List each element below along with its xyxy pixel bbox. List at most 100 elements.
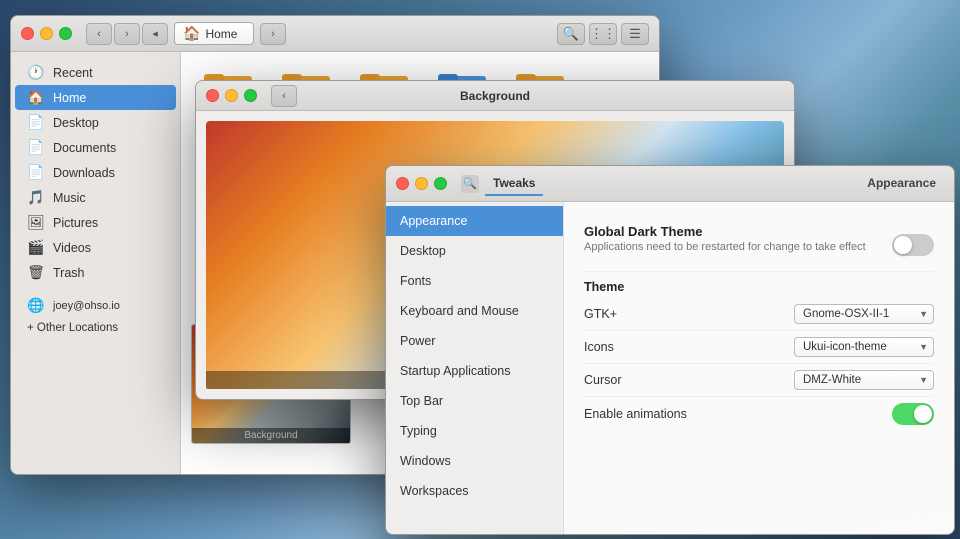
email-icon: 🌐: [27, 297, 45, 314]
fm-titlebar: ‹ › ◂ 🏠 Home › 🔍 ⋮⋮ ☰: [11, 16, 659, 52]
nav-keyboard[interactable]: Keyboard and Mouse: [386, 296, 563, 326]
animations-row: Enable animations: [584, 397, 934, 431]
theme-section-label: Theme: [584, 280, 934, 294]
home-icon: 🏠: [183, 25, 200, 42]
nav-buttons: ‹ › ◂: [86, 23, 168, 45]
dark-theme-row: Global Dark Theme Applications need to b…: [584, 218, 934, 272]
gtk-label: GTK+: [584, 307, 617, 321]
sidebar-label-desktop: Desktop: [53, 116, 99, 130]
minimize-button[interactable]: [40, 27, 53, 40]
animations-toggle[interactable]: [892, 403, 934, 425]
tweaks-tabs: Tweaks Appearance: [485, 172, 944, 196]
videos-icon: 🎬: [27, 239, 45, 256]
next-path-button[interactable]: ›: [260, 23, 286, 45]
music-icon: 🎵: [27, 189, 45, 206]
sidebar-item-music[interactable]: 🎵 Music: [15, 185, 176, 210]
search-icon[interactable]: 🔍: [461, 175, 479, 193]
sidebar-label-music: Music: [53, 191, 86, 205]
sidebar-item-home[interactable]: 🏠 Home: [15, 85, 176, 110]
tweaks-titlebar: 🔍 Tweaks Appearance: [386, 166, 954, 202]
dark-theme-toggle-knob: [894, 236, 912, 254]
gtk-dropdown-wrapper: Gnome-OSX-II-1AdwaitaArcFlat-Remix: [794, 304, 934, 324]
tweaks-sidebar: Appearance Desktop Fonts Keyboard and Mo…: [386, 202, 564, 534]
bg-window-title: Background: [460, 89, 530, 103]
tab-appearance-title: Appearance: [859, 172, 944, 196]
icons-label: Icons: [584, 340, 614, 354]
cursor-row: Cursor DMZ-WhiteDMZ-BlackAdwaitaBreeze: [584, 364, 934, 397]
fm-sidebar: 🕐 Recent 🏠 Home 📄 Desktop 📄 Documents 📄 …: [11, 52, 181, 474]
search-button[interactable]: 🔍: [557, 23, 585, 45]
pictures-icon: 🖼: [27, 214, 45, 231]
sidebar-label-other: + Other Locations: [27, 322, 118, 334]
titlebar-controls: 🔍 ⋮⋮ ☰: [557, 23, 649, 45]
nav-appearance[interactable]: Appearance: [386, 206, 563, 236]
animations-label: Enable animations: [584, 407, 687, 421]
dark-theme-label-group: Global Dark Theme Applications need to b…: [584, 224, 866, 265]
forward-button[interactable]: ›: [114, 23, 140, 45]
documents-icon: 📄: [27, 139, 45, 156]
nav-windows[interactable]: Windows: [386, 446, 563, 476]
location-bar[interactable]: 🏠 Home: [174, 22, 254, 45]
icons-row: Icons Ukui-icon-themeHicolorPapirusNumix: [584, 331, 934, 364]
bg-back-button[interactable]: ‹: [271, 85, 297, 107]
bg-minimize-button[interactable]: [225, 89, 238, 102]
sidebar-item-desktop[interactable]: 📄 Desktop: [15, 110, 176, 135]
sidebar-label-downloads: Downloads: [53, 166, 115, 180]
dark-theme-toggle[interactable]: [892, 234, 934, 256]
animations-toggle-knob: [914, 405, 932, 423]
sidebar-label-email: joey@ohso.io: [53, 300, 120, 312]
nav-typing[interactable]: Typing: [386, 416, 563, 446]
maximize-button[interactable]: [59, 27, 72, 40]
trash-icon: 🗑: [27, 264, 45, 281]
nav-workspaces[interactable]: Workspaces: [386, 476, 563, 506]
grid-view-button[interactable]: ⋮⋮: [589, 23, 617, 45]
sidebar-label-documents: Documents: [53, 141, 116, 155]
tweaks-window: 🔍 Tweaks Appearance Appearance Desktop F…: [385, 165, 955, 535]
dark-theme-label: Global Dark Theme: [584, 224, 866, 239]
cursor-dropdown-wrapper: DMZ-WhiteDMZ-BlackAdwaitaBreeze: [794, 370, 934, 390]
sidebar-item-pictures[interactable]: 🖼 Pictures: [15, 210, 176, 235]
nav-fonts[interactable]: Fonts: [386, 266, 563, 296]
dark-theme-sublabel: Applications need to be restarted for ch…: [584, 241, 866, 253]
sidebar-label-trash: Trash: [53, 266, 85, 280]
tweaks-close-button[interactable]: [396, 177, 409, 190]
bg-titlebar: ‹ Background: [196, 81, 794, 111]
menu-button[interactable]: ☰: [621, 23, 649, 45]
sidebar-item-email[interactable]: 🌐 joey@ohso.io: [15, 293, 176, 318]
sidebar-label-pictures: Pictures: [53, 216, 98, 230]
location-text: Home: [205, 27, 237, 41]
image-preview-label: Background: [192, 428, 350, 443]
close-button[interactable]: [21, 27, 34, 40]
back-button[interactable]: ‹: [86, 23, 112, 45]
recent-icon: 🕐: [27, 64, 45, 81]
tweaks-minimize-button[interactable]: [415, 177, 428, 190]
sidebar-item-trash[interactable]: 🗑 Trash: [15, 260, 176, 285]
tab-tweaks[interactable]: Tweaks: [485, 172, 543, 196]
home-nav-icon: 🏠: [27, 89, 45, 106]
gtk-dropdown[interactable]: Gnome-OSX-II-1AdwaitaArcFlat-Remix: [794, 304, 934, 324]
tweaks-right-content: Global Dark Theme Applications need to b…: [564, 202, 954, 534]
icons-dropdown[interactable]: Ukui-icon-themeHicolorPapirusNumix: [794, 337, 934, 357]
sidebar-item-recent[interactable]: 🕐 Recent: [15, 60, 176, 85]
cursor-label: Cursor: [584, 373, 622, 387]
tweaks-body: Appearance Desktop Fonts Keyboard and Mo…: [386, 202, 954, 534]
sidebar-item-documents[interactable]: 📄 Documents: [15, 135, 176, 160]
sidebar-label-videos: Videos: [53, 241, 91, 255]
bg-close-button[interactable]: [206, 89, 219, 102]
sidebar-label-home: Home: [53, 91, 86, 105]
cursor-dropdown[interactable]: DMZ-WhiteDMZ-BlackAdwaitaBreeze: [794, 370, 934, 390]
sidebar-item-downloads[interactable]: 📄 Downloads: [15, 160, 176, 185]
nav-startup[interactable]: Startup Applications: [386, 356, 563, 386]
nav-topbar[interactable]: Top Bar: [386, 386, 563, 416]
nav-desktop[interactable]: Desktop: [386, 236, 563, 266]
prev-button[interactable]: ◂: [142, 23, 168, 45]
sidebar-item-other[interactable]: + Other Locations: [15, 318, 176, 338]
watermark: @31CTO博客: [882, 515, 950, 531]
sidebar-item-videos[interactable]: 🎬 Videos: [15, 235, 176, 260]
gtk-row: GTK+ Gnome-OSX-II-1AdwaitaArcFlat-Remix: [584, 298, 934, 331]
icons-dropdown-wrapper: Ukui-icon-themeHicolorPapirusNumix: [794, 337, 934, 357]
tweaks-maximize-button[interactable]: [434, 177, 447, 190]
nav-power[interactable]: Power: [386, 326, 563, 356]
sidebar-label-recent: Recent: [53, 66, 93, 80]
bg-maximize-button[interactable]: [244, 89, 257, 102]
